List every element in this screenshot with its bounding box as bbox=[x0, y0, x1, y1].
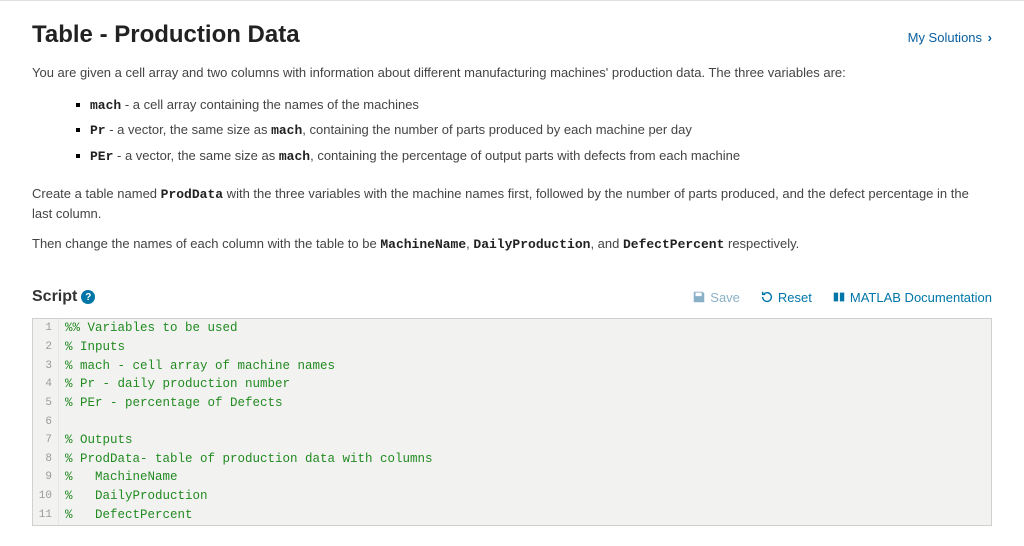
intro-text: You are given a cell array and two colum… bbox=[32, 63, 992, 83]
line-number: 7 bbox=[33, 431, 59, 450]
text: Create a table named bbox=[32, 186, 161, 201]
paragraph-3: Then change the names of each column wit… bbox=[32, 234, 992, 255]
code-text: % MachineName bbox=[59, 468, 178, 487]
code-text: % Pr - daily production number bbox=[59, 375, 290, 394]
var-name: PEr bbox=[90, 149, 113, 164]
code-text: % PEr - percentage of Defects bbox=[59, 394, 283, 413]
list-item: PEr - a vector, the same size as mach, c… bbox=[76, 144, 992, 170]
line-number: 6 bbox=[33, 413, 59, 431]
reset-button[interactable]: Reset bbox=[760, 290, 812, 305]
save-label: Save bbox=[710, 290, 740, 305]
line-number: 8 bbox=[33, 450, 59, 469]
var-inline: mach bbox=[279, 149, 310, 164]
line-number: 9 bbox=[33, 468, 59, 487]
code-line[interactable]: 9% MachineName bbox=[33, 468, 991, 487]
code-proddata: ProdData bbox=[161, 187, 223, 202]
documentation-label: MATLAB Documentation bbox=[850, 290, 992, 305]
code-line[interactable]: 4% Pr - daily production number bbox=[33, 375, 991, 394]
var-desc2: , containing the percentage of output pa… bbox=[310, 148, 740, 163]
list-item: Pr - a vector, the same size as mach, co… bbox=[76, 118, 992, 144]
var-inline: mach bbox=[271, 123, 302, 138]
var-desc: - a cell array containing the names of t… bbox=[121, 97, 419, 112]
code-line[interactable]: 11% DefectPercent bbox=[33, 506, 991, 525]
code-text: % mach - cell array of machine names bbox=[59, 357, 335, 376]
documentation-link[interactable]: MATLAB Documentation bbox=[832, 290, 992, 305]
line-number: 2 bbox=[33, 338, 59, 357]
code-line[interactable]: 7% Outputs bbox=[33, 431, 991, 450]
script-section-title: Script ? bbox=[32, 288, 95, 306]
text: Then change the names of each column wit… bbox=[32, 236, 380, 251]
code-editor[interactable]: 1%% Variables to be used2% Inputs3% mach… bbox=[32, 318, 992, 526]
code-text bbox=[59, 413, 65, 431]
save-button[interactable]: Save bbox=[692, 290, 740, 305]
help-icon[interactable]: ? bbox=[81, 290, 95, 304]
line-number: 10 bbox=[33, 487, 59, 506]
reset-icon bbox=[760, 290, 774, 304]
line-number: 3 bbox=[33, 357, 59, 376]
line-number: 5 bbox=[33, 394, 59, 413]
line-number: 1 bbox=[33, 319, 59, 338]
code-line[interactable]: 6 bbox=[33, 413, 991, 431]
text: , and bbox=[590, 236, 623, 251]
var-desc: - a vector, the same size as bbox=[113, 148, 278, 163]
code-line[interactable]: 1%% Variables to be used bbox=[33, 319, 991, 338]
chevron-right-icon: › bbox=[988, 30, 992, 45]
code-line[interactable]: 3% mach - cell array of machine names bbox=[33, 357, 991, 376]
line-number: 4 bbox=[33, 375, 59, 394]
reset-label: Reset bbox=[778, 290, 812, 305]
code-line[interactable]: 2% Inputs bbox=[33, 338, 991, 357]
code-text: % DailyProduction bbox=[59, 487, 208, 506]
my-solutions-link[interactable]: My Solutions › bbox=[908, 30, 992, 45]
code-text: % ProdData- table of production data wit… bbox=[59, 450, 433, 469]
var-desc2: , containing the number of parts produce… bbox=[302, 122, 692, 137]
code-dailyproduction: DailyProduction bbox=[473, 237, 590, 252]
code-defectpercent: DefectPercent bbox=[623, 237, 724, 252]
code-machinename: MachineName bbox=[380, 237, 466, 252]
my-solutions-label: My Solutions bbox=[908, 30, 982, 45]
script-label: Script bbox=[32, 288, 77, 306]
list-item: mach - a cell array containing the names… bbox=[76, 93, 992, 119]
code-text: % Inputs bbox=[59, 338, 125, 357]
code-line[interactable]: 8% ProdData- table of production data wi… bbox=[33, 450, 991, 469]
code-line[interactable]: 10% DailyProduction bbox=[33, 487, 991, 506]
variable-list: mach - a cell array containing the names… bbox=[32, 93, 992, 170]
line-number: 11 bbox=[33, 506, 59, 525]
code-line[interactable]: 5% PEr - percentage of Defects bbox=[33, 394, 991, 413]
text: respectively. bbox=[724, 236, 799, 251]
var-name: Pr bbox=[90, 123, 106, 138]
code-text: % Outputs bbox=[59, 431, 133, 450]
save-icon bbox=[692, 290, 706, 304]
code-text: %% Variables to be used bbox=[59, 319, 238, 338]
var-name: mach bbox=[90, 98, 121, 113]
code-text: % DefectPercent bbox=[59, 506, 193, 525]
book-icon bbox=[832, 290, 846, 304]
paragraph-2: Create a table named ProdData with the t… bbox=[32, 184, 992, 224]
var-desc: - a vector, the same size as bbox=[106, 122, 271, 137]
page-title: Table - Production Data bbox=[32, 21, 300, 49]
